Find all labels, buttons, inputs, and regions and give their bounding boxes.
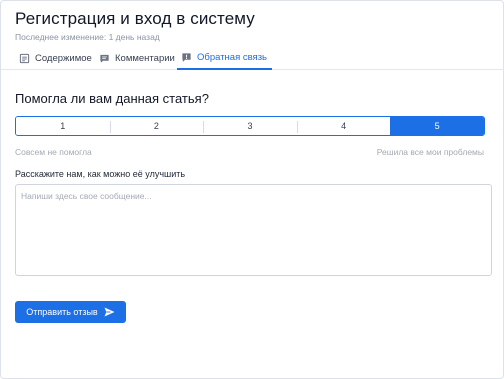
submit-feedback-label: Отправить отзыв: [26, 307, 98, 317]
tab-comments[interactable]: Комментарии: [99, 46, 175, 70]
rating-option-4[interactable]: 4: [296, 117, 391, 135]
feedback-icon: [182, 52, 191, 62]
rating-hint-low: Совсем не помогла: [15, 147, 92, 157]
rating-hint-high: Решила все мои проблемы: [376, 147, 484, 157]
send-icon: [104, 307, 115, 317]
comment-icon: [100, 54, 109, 63]
tab-content[interactable]: Содержимое: [19, 46, 92, 70]
improve-label: Расскажите нам, как можно её улучшить: [15, 169, 186, 179]
last-modified-text: Последнее изменение: 1 день назад: [15, 32, 160, 42]
tab-content-label: Содержимое: [35, 52, 92, 64]
feedback-message-input[interactable]: [15, 184, 492, 276]
document-icon: [19, 53, 30, 63]
tab-feedback[interactable]: Обратная связь: [177, 46, 272, 70]
rating-option-1[interactable]: 1: [16, 117, 110, 135]
tab-bar: Содержимое Комментарии Обратная связь: [1, 46, 504, 70]
tab-comments-label: Комментарии: [115, 52, 175, 64]
rating-option-5[interactable]: 5: [390, 117, 484, 135]
rating-scale: 1 2 3 4 5: [15, 116, 485, 136]
feedback-panel: Регистрация и вход в систему Последнее и…: [0, 0, 504, 379]
submit-feedback-button[interactable]: Отправить отзыв: [15, 301, 126, 323]
page-title: Регистрация и вход в систему: [15, 9, 255, 28]
tab-feedback-label: Обратная связь: [197, 51, 267, 63]
rating-option-3[interactable]: 3: [203, 117, 297, 135]
rating-option-2[interactable]: 2: [109, 117, 204, 135]
feedback-question: Помогла ли вам данная статья?: [15, 91, 209, 106]
